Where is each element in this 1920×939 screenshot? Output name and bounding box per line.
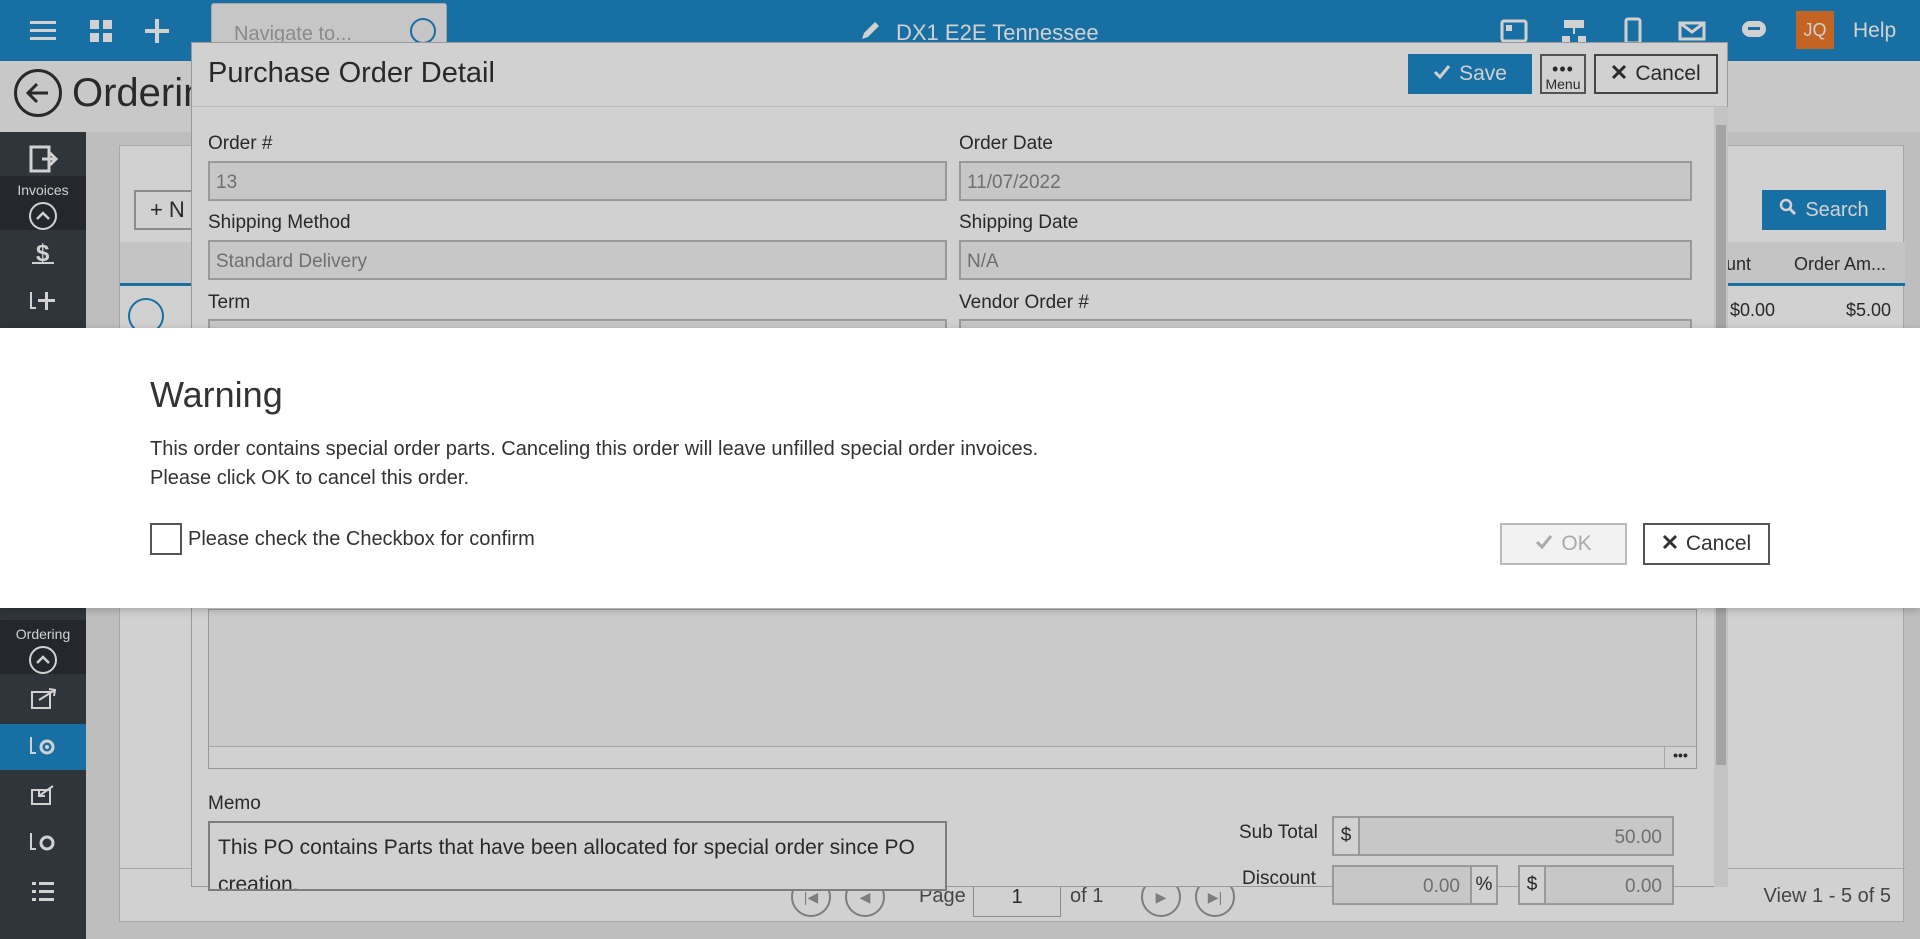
warning-cancel-label: Cancel [1685, 532, 1752, 555]
warning-title: Warning [150, 374, 283, 415]
close-icon [1662, 532, 1678, 556]
check-icon [1535, 532, 1553, 556]
warning-cancel-button[interactable]: Cancel [1643, 523, 1770, 565]
ok-label: OK [1561, 532, 1592, 555]
confirm-checkbox-label[interactable]: Please check the Checkbox for confirm [188, 528, 535, 551]
ok-button[interactable]: OK [1500, 523, 1627, 565]
warning-message-line1: This order contains special order parts.… [150, 438, 1039, 460]
confirm-checkbox[interactable] [150, 523, 182, 555]
warning-message-line2: Please click OK to cancel this order. [150, 467, 470, 489]
warning-dialog: Warning This order contains special orde… [0, 328, 1920, 608]
